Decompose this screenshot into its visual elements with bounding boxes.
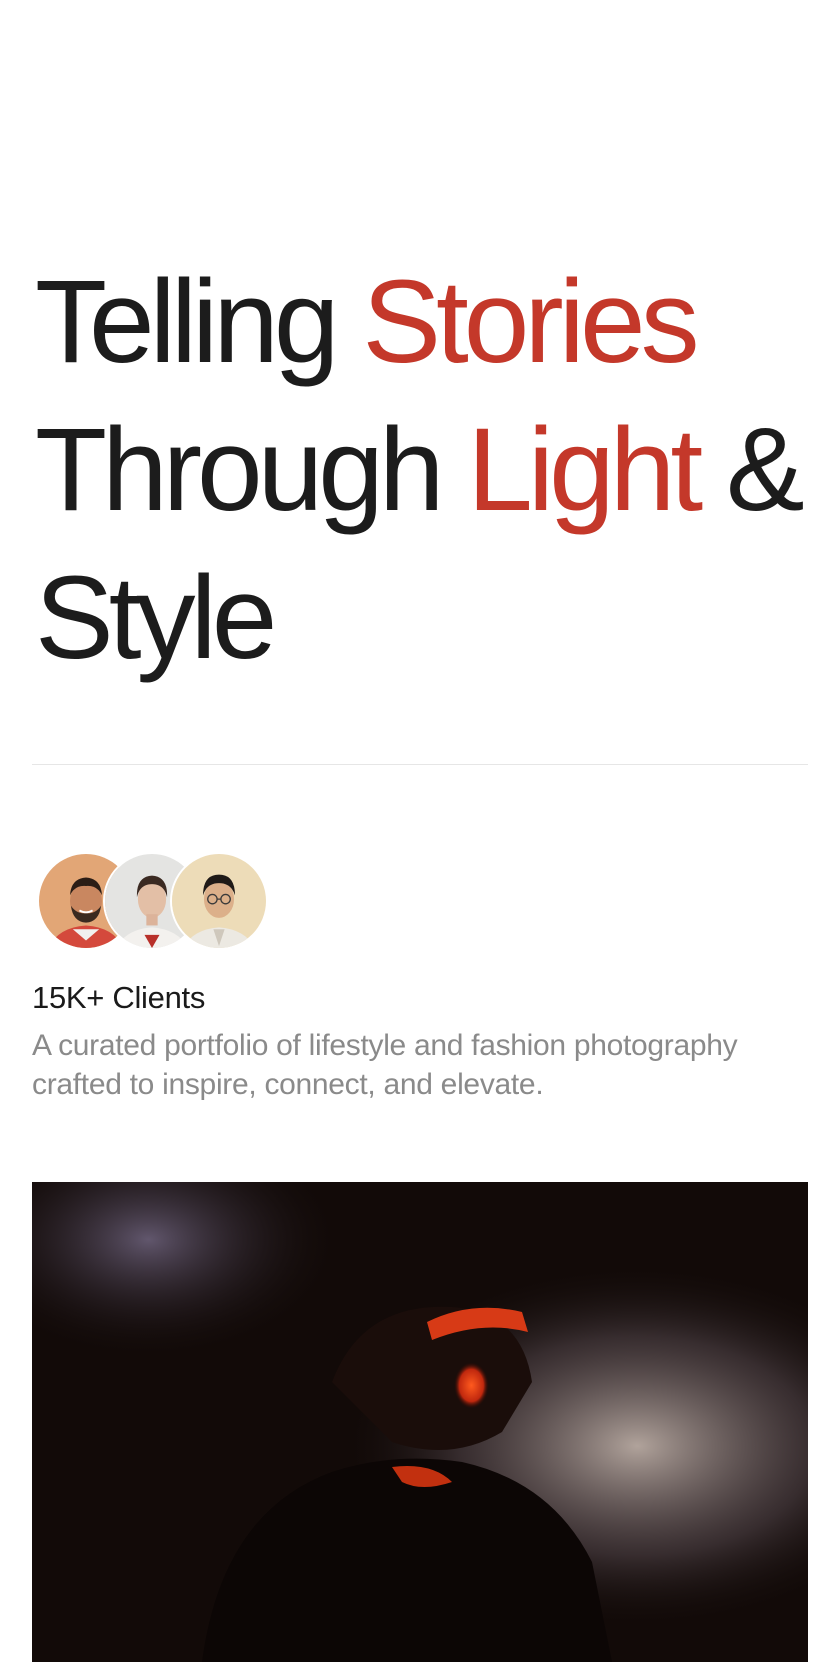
section-divider	[32, 764, 808, 765]
featured-photo	[32, 1182, 808, 1662]
hero-text-through: Through	[35, 404, 468, 536]
hero-text-ampersand: &	[698, 404, 805, 536]
portfolio-description: A curated portfolio of lifestyle and fas…	[32, 1029, 738, 1101]
avatar-man-glasses-icon	[172, 854, 266, 948]
hero-accent-stories: Stories	[362, 256, 699, 388]
hero-text-style: Style	[35, 552, 277, 684]
hero-line-3: Style	[35, 544, 825, 692]
hero-heading: Telling Stories Through Light & Style	[35, 248, 825, 692]
hero-line-2: Through Light &	[35, 396, 825, 544]
clients-count: 15K+ Clients	[32, 980, 206, 1015]
hero-line-1: Telling Stories	[35, 248, 825, 396]
hero-text-telling: Telling	[35, 256, 363, 388]
portrait-red-light-photo-icon	[32, 1182, 808, 1662]
client-avatar-group	[37, 852, 277, 952]
hero-accent-light: Light	[467, 404, 703, 536]
avatar-man-glasses	[170, 852, 268, 950]
